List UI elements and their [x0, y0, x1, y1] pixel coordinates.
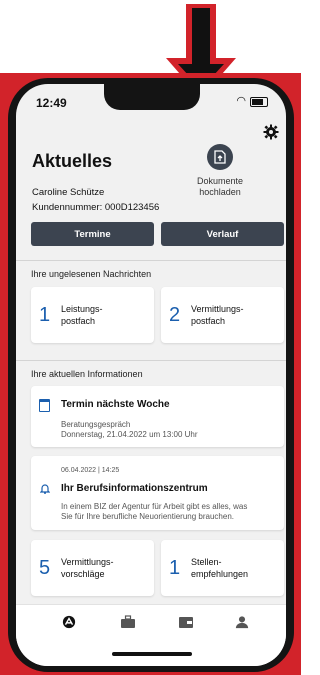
- person-icon[interactable]: [234, 615, 250, 629]
- appointment-datetime: Donnerstag, 21.04.2022 um 13:00 Uhr: [61, 430, 198, 439]
- notice-text-line2: Sie für Ihre berufliche Neuorientierung …: [61, 512, 234, 521]
- info-heading: Ihre aktuellen Informationen: [31, 369, 143, 379]
- upload-label: Dokumente hochladen: [196, 176, 244, 197]
- benefits-unread-count: 1: [39, 303, 51, 326]
- placement-suggestions-label: Vermittlungs- vorschläge: [61, 557, 114, 579]
- calendar-icon: [39, 399, 50, 412]
- notice-card[interactable]: 06.04.2022 | 14:25 Ihr Berufsinformation…: [31, 456, 284, 530]
- customer-number: Kundennummer: 000D123456: [32, 202, 160, 213]
- placement-suggestions-card[interactable]: 5 Vermittlungs- vorschläge: [31, 540, 154, 596]
- section-divider: [16, 360, 286, 361]
- status-time: 12:49: [36, 96, 67, 110]
- placement-inbox-label: Vermittlungs- postfach: [191, 304, 244, 326]
- placement-inbox-card[interactable]: 2 Vermittlungs- postfach: [161, 287, 284, 343]
- bottom-navigation: [16, 604, 286, 666]
- appointment-card[interactable]: Termin nächste Woche Beratungsgespräch D…: [31, 386, 284, 447]
- messages-heading: Ihre ungelesenen Nachrichten: [31, 269, 152, 279]
- benefits-inbox-label: Leistungs- postfach: [61, 304, 103, 326]
- appointment-title: Termin nächste Woche: [61, 399, 170, 410]
- notice-title: Ihr Berufsinformationszentrum: [61, 483, 208, 494]
- section-divider: [16, 260, 286, 261]
- settings-gear-icon[interactable]: [263, 124, 279, 140]
- home-indicator: [112, 652, 192, 656]
- home-icon[interactable]: [61, 615, 77, 629]
- page-title: Aktuelles: [32, 151, 113, 171]
- placement-suggestions-count: 5: [39, 556, 51, 579]
- app-screen: 12:49 ◠ Aktuelles Dokumente hochladen Ca…: [16, 84, 286, 666]
- placement-unread-count: 2: [169, 303, 181, 326]
- history-button[interactable]: Verlauf: [161, 222, 284, 246]
- benefits-inbox-card[interactable]: 1 Leistungs- postfach: [31, 287, 154, 343]
- job-recommendations-count: 1: [169, 556, 181, 579]
- job-recommendations-label: Stellen- empfehlungen: [191, 557, 249, 579]
- upload-icon: [207, 144, 233, 170]
- appointment-type: Beratungsgespräch: [61, 420, 131, 429]
- bell-icon: [40, 484, 50, 494]
- battery-icon: [250, 96, 268, 107]
- wallet-icon[interactable]: [178, 615, 194, 629]
- notice-text-line1: In einem BIZ der Agentur für Arbeit gibt…: [61, 502, 248, 511]
- user-name: Caroline Schütze: [32, 187, 105, 198]
- status-icons: ◠: [236, 96, 268, 107]
- appointments-button[interactable]: Termine: [31, 222, 154, 246]
- phone-notch: [104, 84, 200, 110]
- job-recommendations-card[interactable]: 1 Stellen- empfehlungen: [161, 540, 284, 596]
- upload-documents-button[interactable]: Dokumente hochladen: [182, 144, 258, 198]
- briefcase-icon[interactable]: [120, 615, 136, 629]
- wifi-icon: ◠: [236, 95, 246, 107]
- notice-date: 06.04.2022 | 14:25: [61, 467, 120, 474]
